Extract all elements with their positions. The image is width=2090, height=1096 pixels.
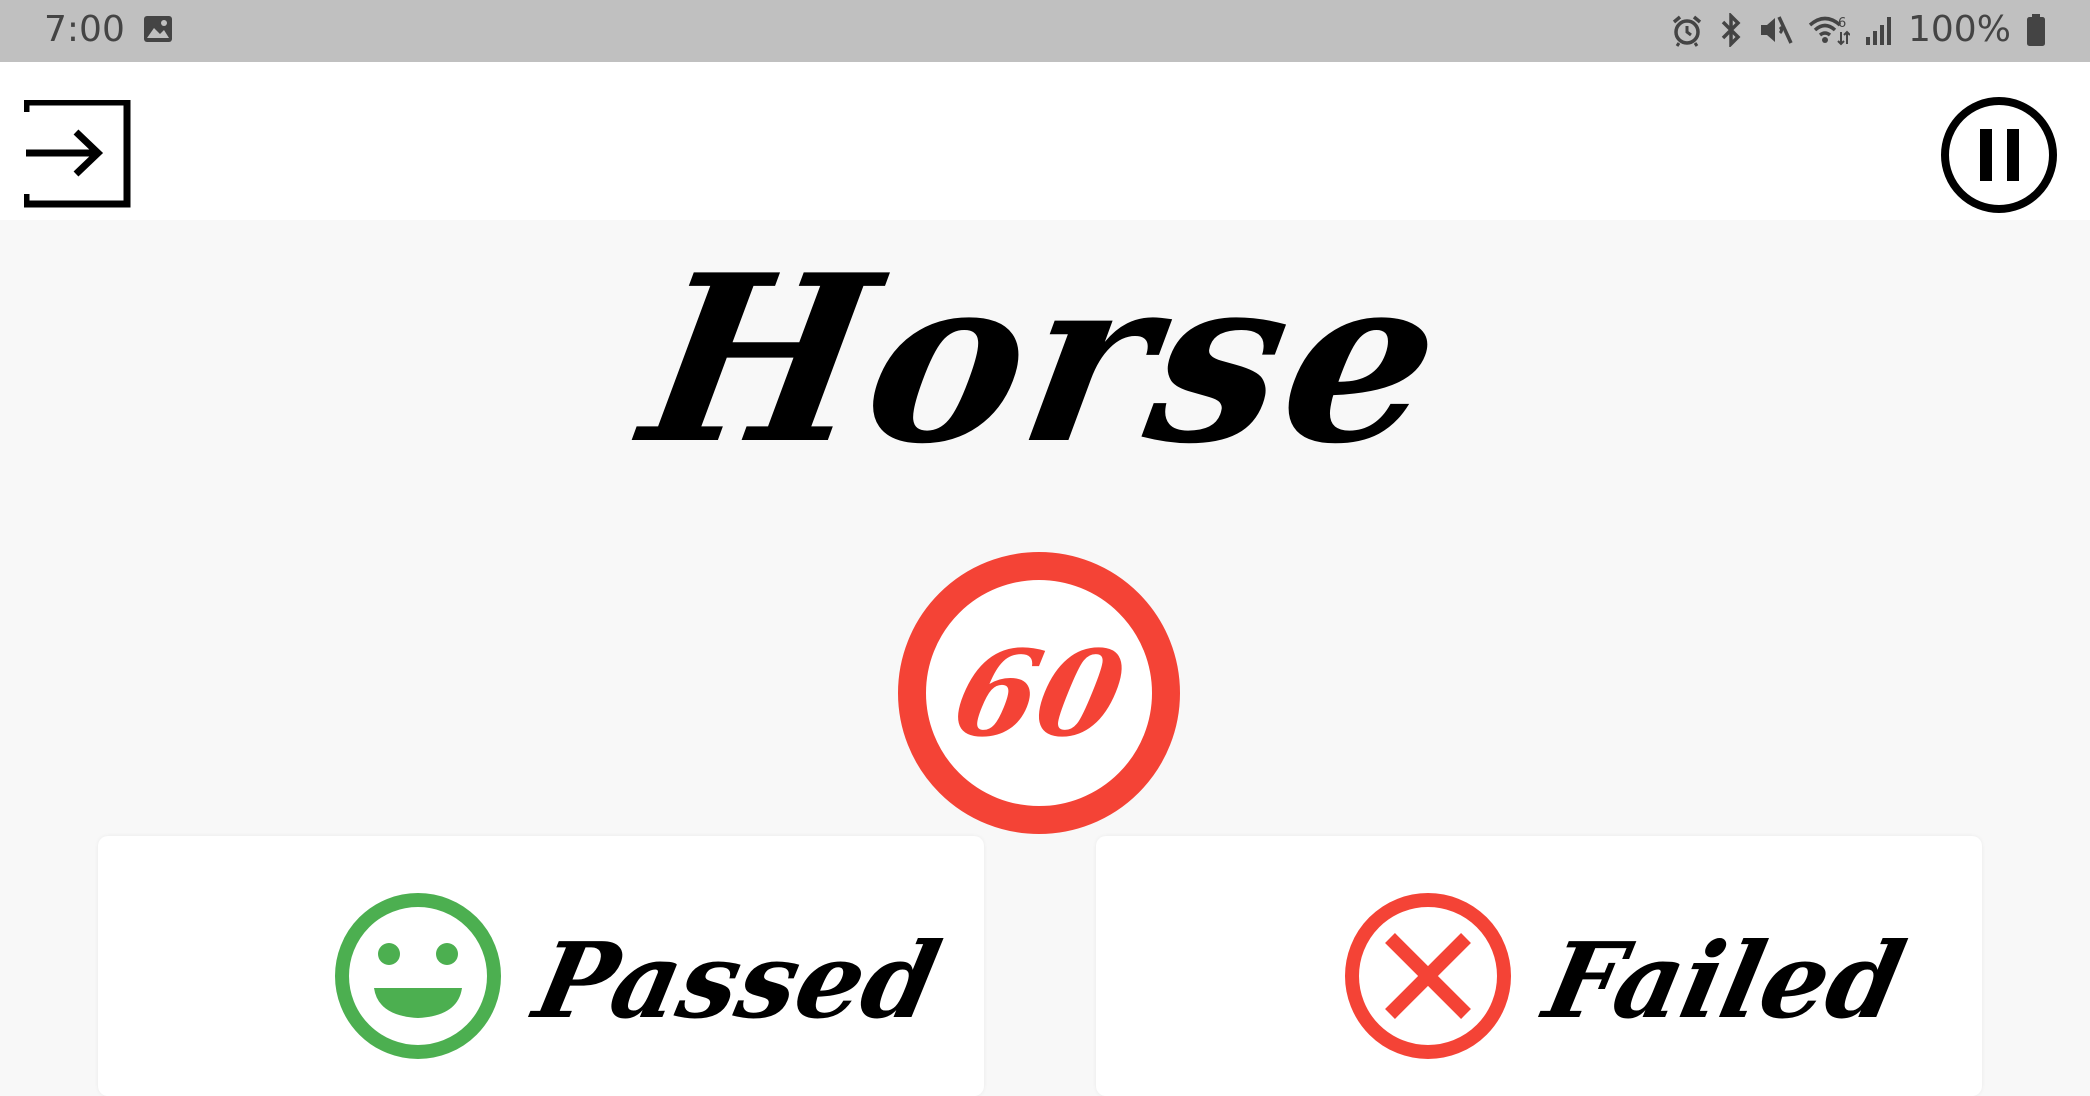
status-icons: 6 100% xyxy=(1670,10,2047,50)
exit-icon xyxy=(24,100,131,208)
status-time: 7:00 xyxy=(44,9,125,50)
signal-icon xyxy=(1866,17,1891,45)
failed-button[interactable]: Failed xyxy=(1096,836,1982,1096)
timer-value: 60 xyxy=(942,623,1136,763)
exit-button[interactable] xyxy=(24,100,134,210)
wifi-icon: 6 xyxy=(1808,16,1850,46)
alarm-icon xyxy=(1672,15,1702,47)
image-icon xyxy=(144,16,172,42)
pause-button[interactable] xyxy=(1940,96,2058,214)
failed-label: Failed xyxy=(1535,919,1915,1042)
smiley-icon xyxy=(335,893,501,1059)
passed-button[interactable]: Passed xyxy=(98,836,984,1096)
app-bar xyxy=(0,62,2090,220)
bluetooth-icon xyxy=(1721,13,1741,47)
x-circle-icon xyxy=(1345,893,1511,1059)
battery-icon xyxy=(2026,14,2045,46)
svg-text:6: 6 xyxy=(1838,16,1846,31)
mute-icon xyxy=(1761,16,1793,44)
pause-icon xyxy=(1941,97,2057,213)
battery-percentage: 100% xyxy=(1908,9,2011,50)
status-bar: 7:00 6 100% xyxy=(0,0,2090,62)
guess-word: Horse xyxy=(627,225,1463,495)
passed-label: Passed xyxy=(525,919,950,1042)
